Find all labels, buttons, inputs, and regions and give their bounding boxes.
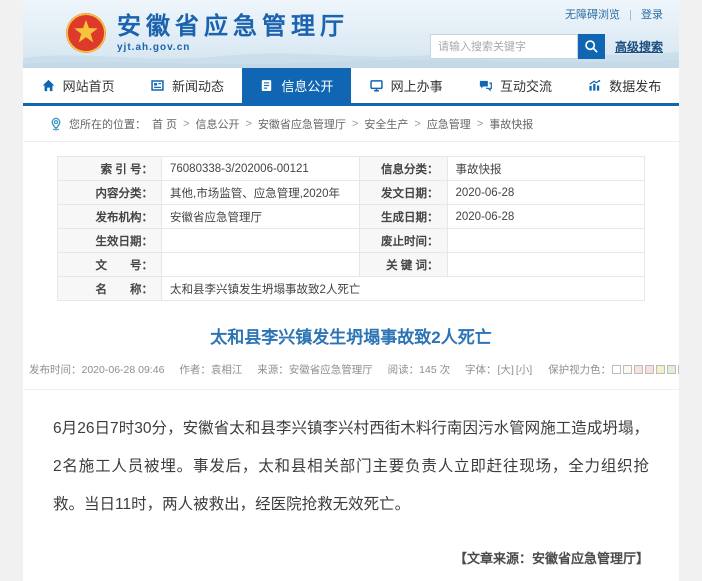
top-utility-links: 无障碍浏览 | 登录 xyxy=(430,6,663,22)
nav-item-info-disclosure[interactable]: 信息公开 xyxy=(242,68,351,103)
nav-item-data-release[interactable]: 数据发布 xyxy=(570,68,679,103)
breadcrumb-item-dept[interactable]: 安徽省应急管理厅 xyxy=(258,116,346,132)
search-input[interactable] xyxy=(430,34,578,59)
document-meta-table: 索 引 号： 76080338-3/202006-00121 信息分类： 事故快… xyxy=(57,156,645,301)
author: 作者：袁相江 xyxy=(179,364,242,376)
meta-value: 其他,市场监管、应急管理,2020年 xyxy=(162,181,360,205)
site-url: yjt.ah.gov.cn xyxy=(117,42,349,53)
source: 来源：安徽省应急管理厅 xyxy=(257,364,373,376)
breadcrumb-prefix: 您所在的位置： xyxy=(69,116,146,132)
login-link[interactable]: 登录 xyxy=(641,9,663,21)
breadcrumb-separator: > xyxy=(183,118,189,130)
font-size-label: 字体： xyxy=(465,364,497,376)
accessibility-link[interactable]: 无障碍浏览 xyxy=(565,9,620,21)
eye-color-swatch[interactable] xyxy=(667,365,676,374)
eye-color-swatch[interactable] xyxy=(623,365,632,374)
meta-label: 内容分类： xyxy=(58,181,162,205)
eye-color-swatches xyxy=(611,364,679,376)
news-icon xyxy=(150,78,165,93)
breadcrumb-separator: > xyxy=(414,118,420,130)
meta-label: 废止时间： xyxy=(359,229,447,253)
eye-protection-control: 保护视力色： xyxy=(548,364,679,376)
nav-label: 数据发布 xyxy=(609,76,661,95)
article-title: 太和县李兴镇发生坍塌事故致2人死亡 xyxy=(23,323,679,348)
advanced-search-link[interactable]: 高级搜索 xyxy=(615,38,663,55)
meta-value: 2020-06-28 xyxy=(447,205,645,229)
font-larger-button[interactable]: [大] xyxy=(498,364,514,376)
meta-label: 发布机构： xyxy=(58,205,162,229)
eye-color-swatch[interactable] xyxy=(612,365,621,374)
breadcrumb-item-home[interactable]: 首 页 xyxy=(152,116,177,132)
meta-value: 76080338-3/202006-00121 xyxy=(162,157,360,181)
nav-label: 新闻动态 xyxy=(172,76,224,95)
breadcrumb-separator: > xyxy=(246,118,252,130)
nav-item-interaction[interactable]: 互动交流 xyxy=(460,68,569,103)
table-row: 发布机构： 安徽省应急管理厅 生成日期： 2020-06-28 xyxy=(58,205,645,229)
meta-label: 发文日期： xyxy=(359,181,447,205)
table-row: 索 引 号： 76080338-3/202006-00121 信息分类： 事故快… xyxy=(58,157,645,181)
search-bar: 高级搜索 xyxy=(430,34,663,59)
site-title: 安徽省应急管理厅 xyxy=(117,14,349,40)
meta-value xyxy=(162,229,360,253)
nav-item-home[interactable]: 网站首页 xyxy=(23,68,132,103)
meta-label: 生成日期： xyxy=(359,205,447,229)
chat-icon xyxy=(478,78,493,93)
site-header: 安徽省应急管理厅 yjt.ah.gov.cn 无障碍浏览 | 登录 高级搜索 xyxy=(23,0,679,68)
location-pin-icon xyxy=(49,117,63,131)
nav-item-online-services[interactable]: 网上办事 xyxy=(351,68,460,103)
nav-label: 互动交流 xyxy=(500,76,552,95)
meta-label: 信息分类： xyxy=(359,157,447,181)
table-row: 文 号： 关 键 词： xyxy=(58,253,645,277)
top-links-separator: | xyxy=(629,9,632,21)
meta-label: 文 号： xyxy=(58,253,162,277)
document-meta-table-wrap: 索 引 号： 76080338-3/202006-00121 信息分类： 事故快… xyxy=(23,142,679,301)
meta-value: 2020-06-28 xyxy=(447,181,645,205)
nav-item-news[interactable]: 新闻动态 xyxy=(132,68,241,103)
site-logo[interactable]: 安徽省应急管理厅 yjt.ah.gov.cn xyxy=(65,12,349,54)
nav-label: 信息公开 xyxy=(281,76,333,95)
page-container: 安徽省应急管理厅 yjt.ah.gov.cn 无障碍浏览 | 登录 高级搜索 xyxy=(23,0,679,581)
meta-value xyxy=(162,253,360,277)
breadcrumb-separator: > xyxy=(477,118,483,130)
search-button[interactable] xyxy=(578,34,605,59)
meta-label: 关 键 词： xyxy=(359,253,447,277)
eye-color-swatch[interactable] xyxy=(634,365,643,374)
breadcrumb: 您所在的位置： 首 页 > 信息公开 > 安徽省应急管理厅 > 安全生产 > 应… xyxy=(23,106,679,142)
main-nav: 网站首页 新闻动态 信息公开 网上办事 互动交流 xyxy=(23,68,679,106)
meta-value: 安徽省应急管理厅 xyxy=(162,205,360,229)
meta-value: 事故快报 xyxy=(447,157,645,181)
eye-color-swatch[interactable] xyxy=(678,365,679,374)
monitor-icon xyxy=(369,78,384,93)
breadcrumb-item-emergency[interactable]: 应急管理 xyxy=(427,116,471,132)
national-emblem-icon xyxy=(65,12,107,54)
font-size-control: 字体：[大][小] xyxy=(465,364,533,376)
home-icon xyxy=(41,78,56,93)
table-row: 名 称： 太和县李兴镇发生坍塌事故致2人死亡 xyxy=(58,277,645,301)
nav-label: 网站首页 xyxy=(63,76,115,95)
article-meta-bar: 发布时间：2020-06-28 09:46 作者：袁相江 来源：安徽省应急管理厅… xyxy=(23,362,679,390)
nav-label: 网上办事 xyxy=(391,76,443,95)
chart-icon xyxy=(587,78,602,93)
font-smaller-button[interactable]: [小] xyxy=(516,364,532,376)
meta-value xyxy=(447,253,645,277)
meta-value xyxy=(447,229,645,253)
meta-label: 名 称： xyxy=(58,277,162,301)
table-row: 生效日期： 废止时间： xyxy=(58,229,645,253)
eye-color-swatch[interactable] xyxy=(645,365,654,374)
table-row: 内容分类： 其他,市场监管、应急管理,2020年 发文日期： 2020-06-2… xyxy=(58,181,645,205)
search-icon xyxy=(584,39,599,54)
eye-color-swatch[interactable] xyxy=(656,365,665,374)
breadcrumb-item-accident-report[interactable]: 事故快报 xyxy=(489,116,533,132)
breadcrumb-item-safety[interactable]: 安全生产 xyxy=(364,116,408,132)
eye-protection-label: 保护视力色： xyxy=(548,364,611,376)
article-body-text: 6月26日7时30分，安徽省太和县李兴镇李兴村西街木料行南因污水管网施工造成坍塌… xyxy=(53,410,649,524)
meta-label: 生效日期： xyxy=(58,229,162,253)
view-count: 阅读：145 次 xyxy=(388,364,450,376)
breadcrumb-separator: > xyxy=(352,118,358,130)
meta-value-document-name: 太和县李兴镇发生坍塌事故致2人死亡 xyxy=(162,277,645,301)
meta-label: 索 引 号： xyxy=(58,157,162,181)
document-icon xyxy=(259,78,274,93)
breadcrumb-item-info[interactable]: 信息公开 xyxy=(196,116,240,132)
publish-time: 发布时间：2020-06-28 09:46 xyxy=(29,364,164,376)
